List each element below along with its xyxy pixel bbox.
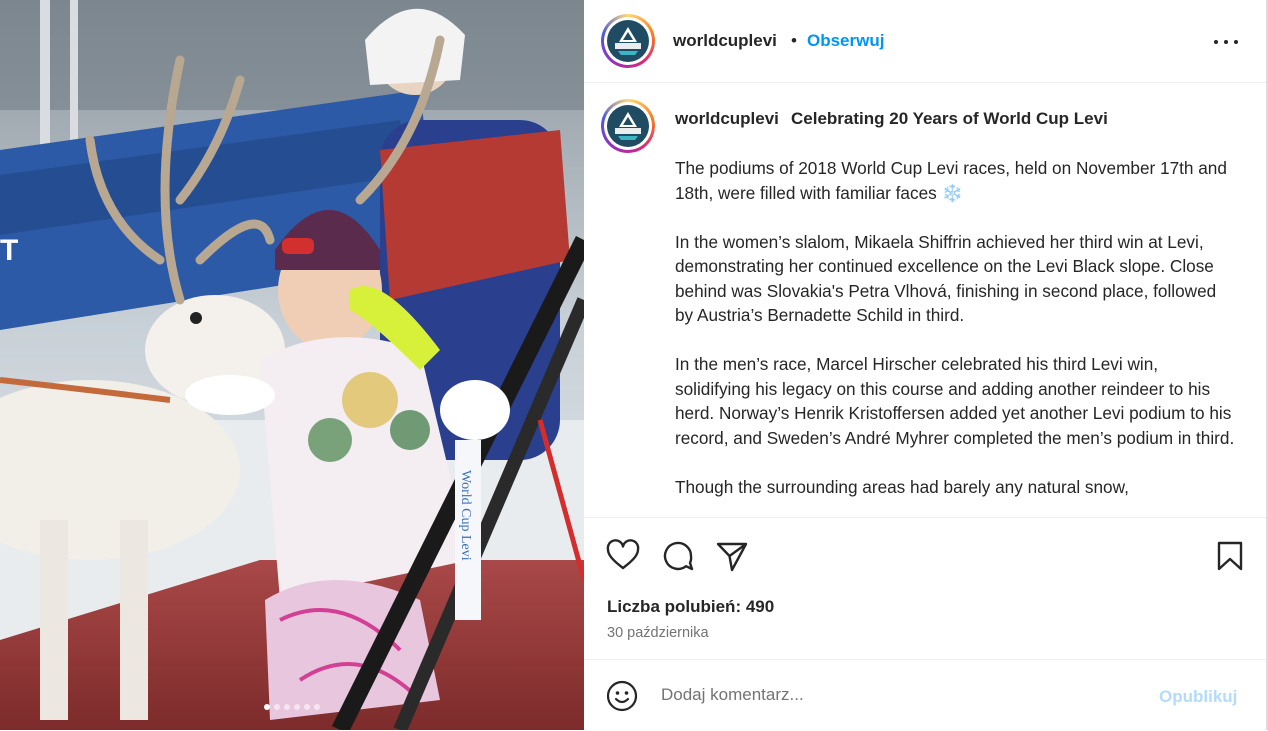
- carousel-dot[interactable]: [264, 704, 270, 710]
- world-cup-logo-icon: [607, 20, 649, 62]
- follow-button[interactable]: Obserwuj: [807, 31, 884, 51]
- comment-input[interactable]: [661, 680, 1101, 710]
- svg-text:World Cup Levi: World Cup Levi: [458, 470, 473, 561]
- header-username[interactable]: worldcuplevi: [673, 31, 777, 51]
- caption-area[interactable]: worldcuplevi Celebrating 20 Years of Wor…: [584, 83, 1266, 517]
- separator-dot: •: [791, 31, 797, 50]
- post-photo[interactable]: T World Cup Levi: [0, 0, 584, 730]
- photo-illustration: T World Cup Levi: [0, 0, 584, 730]
- post-actions: Liczba polubień: 490 30 października: [584, 517, 1266, 660]
- avatar[interactable]: [601, 14, 655, 68]
- post-date[interactable]: 30 października: [607, 625, 709, 641]
- caption-title: Celebrating 20 Years of World Cup Levi: [791, 109, 1108, 128]
- bookmark-icon[interactable]: [1212, 538, 1248, 574]
- snowflake-emoji: ❄️: [941, 182, 963, 203]
- caption-username[interactable]: worldcuplevi: [675, 109, 779, 129]
- svg-text:T: T: [0, 234, 18, 267]
- publish-button[interactable]: Opublikuj: [1159, 687, 1237, 707]
- caption-paragraph: In the men’s race, Marcel Hirscher celeb…: [675, 354, 1235, 448]
- comment-icon[interactable]: [660, 538, 696, 574]
- avatar[interactable]: [601, 99, 655, 153]
- carousel-dot[interactable]: [284, 704, 290, 710]
- world-cup-logo-icon: [607, 105, 649, 147]
- emoji-icon[interactable]: [606, 680, 638, 712]
- caption-body: The podiums of 2018 World Cup Levi races…: [675, 156, 1235, 517]
- post-side-panel: worldcuplevi • Obserwuj worldcuplevi Cel…: [584, 0, 1268, 730]
- carousel-dots: [0, 704, 584, 710]
- post-header: worldcuplevi • Obserwuj: [584, 0, 1266, 83]
- caption-paragraph: Though the surrounding areas had barely …: [675, 476, 1129, 497]
- caption-paragraph: The podiums of 2018 World Cup Levi races…: [675, 158, 1227, 203]
- send-icon[interactable]: [714, 538, 750, 574]
- more-options-icon[interactable]: [1212, 30, 1242, 54]
- heart-icon[interactable]: [605, 538, 641, 574]
- caption-paragraph: In the women’s slalom, Mikaela Shiffrin …: [675, 231, 1217, 326]
- likes-count[interactable]: Liczba polubień: 490: [607, 597, 774, 617]
- carousel-dot[interactable]: [304, 704, 310, 710]
- comment-bar: Opublikuj: [584, 659, 1266, 731]
- carousel-dot[interactable]: [294, 704, 300, 710]
- carousel-dot[interactable]: [274, 704, 280, 710]
- carousel-dot[interactable]: [314, 704, 320, 710]
